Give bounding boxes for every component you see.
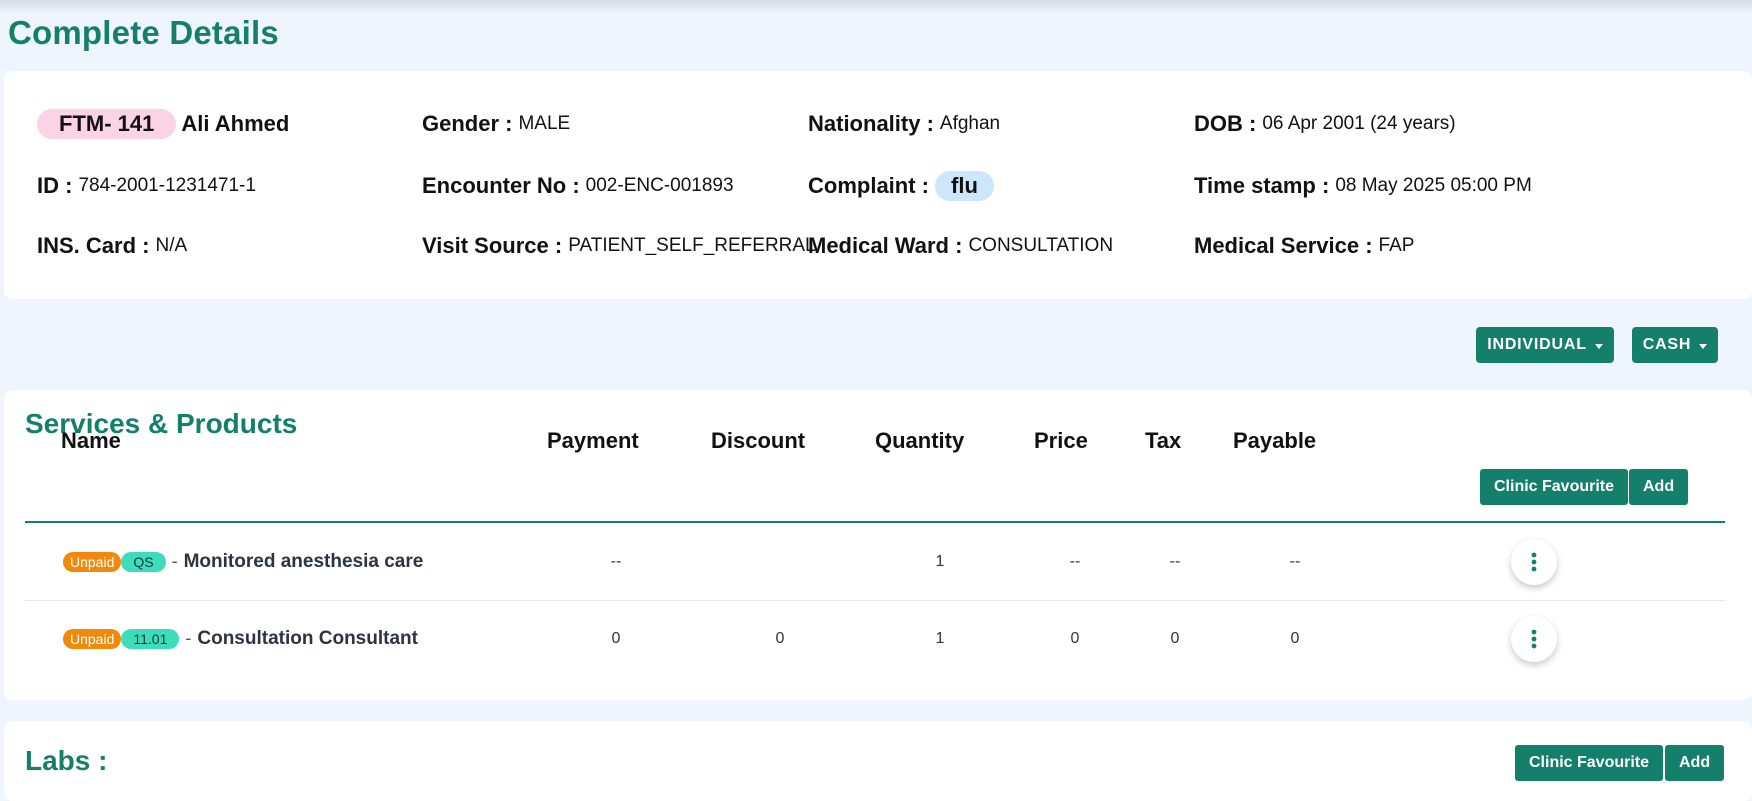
gender-field: Gender : MALE: [422, 108, 570, 140]
patient-name: Ali Ahmed: [181, 111, 290, 136]
discount-cell: [740, 523, 820, 600]
nationality-label: Nationality :: [808, 111, 934, 136]
id-label: ID :: [37, 173, 73, 198]
payment-cell: --: [610, 552, 622, 570]
visit-source-field: Visit Source : PATIENT_SELF_REFERRAL: [422, 230, 816, 262]
services-products-card: Services & Products Name Payment Discoun…: [4, 390, 1752, 700]
name-separator: -: [185, 628, 192, 648]
complaint-field: Complaint : flu: [808, 170, 994, 202]
service-code-badge: QS: [121, 551, 166, 572]
column-header-discount: Discount: [711, 428, 806, 453]
services-clinic-favourite-button[interactable]: Clinic Favourite: [1480, 469, 1629, 505]
individual-dropdown[interactable]: INDIVIDUAL: [1476, 327, 1614, 363]
id-value: 784-2001-1231471-1: [78, 175, 256, 196]
more-vertical-icon: [1531, 629, 1537, 649]
table-row: Unpaid 11.01 - Consultation Consultant 0…: [25, 600, 1725, 677]
cash-dropdown-label: CASH: [1642, 336, 1692, 353]
patient-row-2: ID : 784-2001-1231471-1 Encounter No : 0…: [37, 170, 1737, 202]
medical-service-field: Medical Service : FAP: [1194, 230, 1414, 262]
patient-identity: FTM- 141 Ali Ahmed: [37, 108, 289, 140]
gender-value: MALE: [518, 113, 571, 134]
timestamp-value: 08 May 2025 05:00 PM: [1335, 175, 1532, 196]
quantity-cell: 1: [935, 629, 945, 647]
caret-down-icon: [1699, 343, 1708, 349]
medical-ward-value: CONSULTATION: [968, 235, 1114, 256]
complaint-label: Complaint :: [808, 173, 929, 198]
payment-cell: 0: [611, 629, 621, 647]
row-actions-button[interactable]: [1511, 539, 1557, 585]
column-header-quantity: Quantity: [875, 428, 965, 453]
cash-dropdown[interactable]: CASH: [1632, 327, 1718, 363]
labs-clinic-favourite-button[interactable]: Clinic Favourite: [1515, 745, 1664, 781]
column-header-price: Price: [1034, 428, 1088, 453]
unpaid-badge: Unpaid: [63, 551, 122, 572]
service-name: Monitored anesthesia care: [183, 550, 424, 572]
caret-down-icon: [1594, 343, 1603, 349]
payable-cell: --: [1289, 552, 1301, 570]
patient-row-3: INS. Card : N/A Visit Source : PATIENT_S…: [37, 230, 1737, 262]
encounter-label: Encounter No :: [422, 173, 580, 198]
individual-dropdown-label: INDIVIDUAL: [1487, 336, 1587, 353]
nationality-value: Afghan: [939, 113, 1001, 134]
service-code-badge: 11.01: [121, 628, 180, 649]
encounter-field: Encounter No : 002-ENC-001893: [422, 170, 734, 202]
dob-value: 06 Apr 2001 (24 years): [1262, 113, 1456, 134]
quantity-cell: 1: [935, 552, 945, 570]
labs-title: Labs :: [25, 745, 108, 776]
dob-label: DOB :: [1194, 111, 1257, 136]
column-header-name: Name: [61, 428, 121, 453]
row-actions-button[interactable]: [1511, 616, 1557, 662]
medical-ward-field: Medical Ward : CONSULTATION: [808, 230, 1113, 262]
more-vertical-icon: [1531, 552, 1537, 572]
column-header-payment: Payment: [547, 428, 639, 453]
price-cell: 0: [1070, 629, 1080, 647]
services-add-button[interactable]: Add: [1629, 469, 1689, 505]
patient-row-1: FTM- 141 Ali Ahmed Gender : MALE Nationa…: [37, 108, 1737, 140]
labs-add-button[interactable]: Add: [1665, 745, 1725, 781]
visit-source-value: PATIENT_SELF_REFERRAL: [568, 235, 816, 256]
patient-details-card: FTM- 141 Ali Ahmed Gender : MALE Nationa…: [4, 71, 1752, 299]
visit-source-label: Visit Source :: [422, 233, 563, 258]
medical-ward-label: Medical Ward :: [808, 233, 963, 258]
top-shadow: [0, 0, 1752, 14]
column-header-tax: Tax: [1145, 428, 1182, 453]
timestamp-field: Time stamp : 08 May 2025 05:00 PM: [1194, 170, 1532, 202]
discount-cell: 0: [775, 629, 785, 647]
mrn-badge: FTM- 141: [37, 109, 177, 139]
page-title: Complete Details: [8, 14, 279, 51]
labs-card: Labs : Clinic Favourite Add: [4, 721, 1752, 801]
service-name-cell: Unpaid QS - Monitored anesthesia care: [63, 523, 423, 600]
unpaid-badge: Unpaid: [63, 628, 122, 649]
complaint-chip: flu: [935, 171, 994, 201]
name-separator: -: [171, 551, 178, 571]
service-name-cell: Unpaid 11.01 - Consultation Consultant: [63, 600, 418, 677]
service-name: Consultation Consultant: [197, 627, 418, 649]
payable-cell: 0: [1290, 629, 1300, 647]
id-field: ID : 784-2001-1231471-1: [37, 170, 256, 202]
column-header-payable: Payable: [1233, 428, 1317, 453]
timestamp-label: Time stamp :: [1194, 173, 1330, 198]
tax-cell: 0: [1170, 629, 1180, 647]
tax-cell: --: [1169, 552, 1181, 570]
ins-card-value: N/A: [155, 235, 188, 256]
gender-label: Gender :: [422, 111, 513, 136]
medical-service-label: Medical Service :: [1194, 233, 1373, 258]
ins-card-field: INS. Card : N/A: [37, 230, 187, 262]
ins-card-label: INS. Card :: [37, 233, 150, 258]
price-cell: --: [1069, 552, 1081, 570]
nationality-field: Nationality : Afghan: [808, 108, 1000, 140]
dob-field: DOB : 06 Apr 2001 (24 years): [1194, 108, 1456, 140]
table-row: Unpaid QS - Monitored anesthesia care --…: [25, 523, 1725, 601]
encounter-value: 002-ENC-001893: [585, 175, 734, 196]
medical-service-value: FAP: [1378, 235, 1415, 256]
